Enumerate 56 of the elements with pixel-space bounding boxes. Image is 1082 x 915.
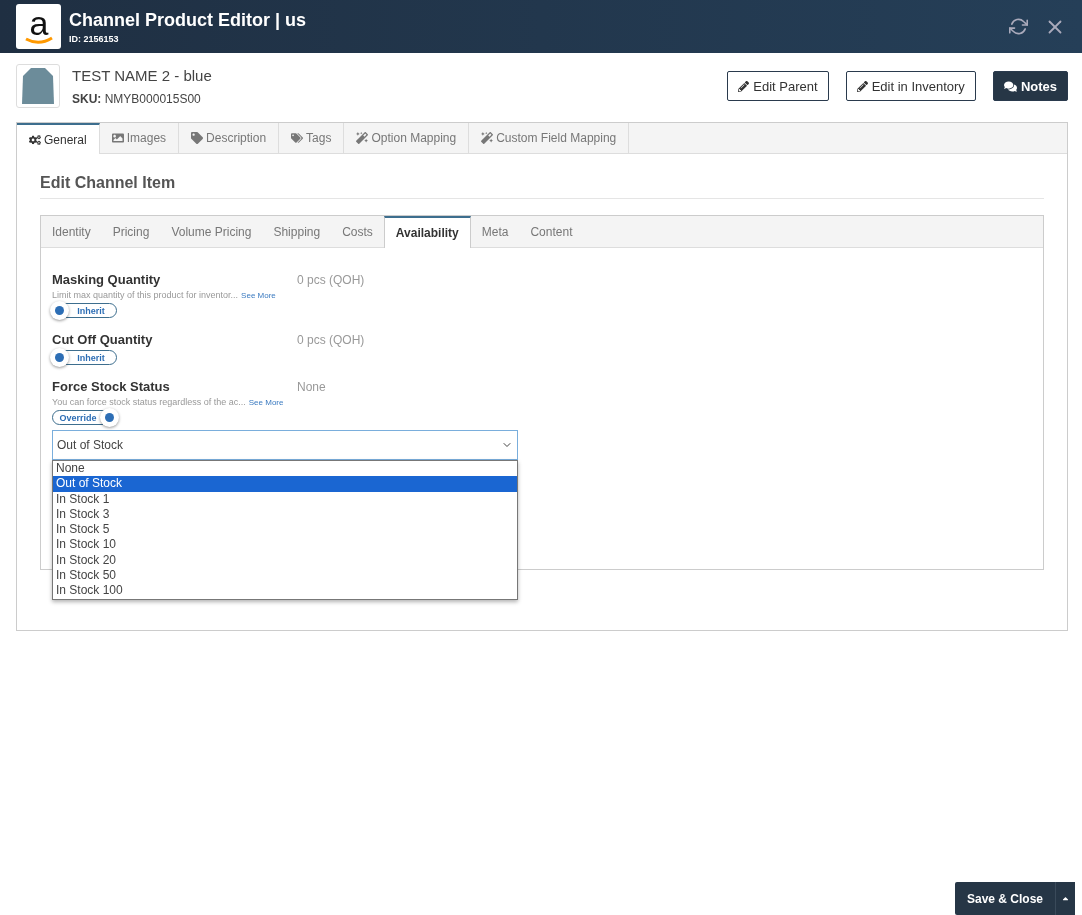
magic-wand-icon <box>481 132 494 144</box>
pencil-icon <box>856 80 868 92</box>
product-name: TEST NAME 2 - blue <box>72 66 213 84</box>
toggle-switch[interactable]: Override <box>52 410 117 425</box>
tab[interactable]: Option Mapping <box>344 123 470 153</box>
tab[interactable]: Tags <box>279 123 345 153</box>
logo-icon: a <box>16 4 61 49</box>
dropdown-option[interactable]: Out of Stock <box>53 476 517 492</box>
field-value: 0 pcs (QOH) <box>297 332 365 347</box>
see-more-link[interactable]: See More <box>241 290 276 300</box>
tags-icon <box>291 132 304 144</box>
dropdown-option[interactable]: In Stock 100 <box>53 583 517 599</box>
chat-icon <box>1003 79 1017 93</box>
save-close-button[interactable]: Save & Close <box>954 882 1055 915</box>
stock-status-select[interactable]: Out of Stock <box>52 430 518 460</box>
tab[interactable]: Images <box>99 123 180 153</box>
edit-button[interactable]: Edit Parent <box>727 71 829 101</box>
field-value: None <box>297 379 326 394</box>
pencil-icon <box>738 80 750 92</box>
dropdown-option[interactable]: In Stock 5 <box>53 522 517 538</box>
item-id: ID: 2156153 <box>69 33 120 44</box>
tab[interactable]: Identity <box>41 216 102 247</box>
hint-text: You can force stock status regardless of the ac... <box>52 397 246 407</box>
edit-button[interactable]: Edit in Inventory <box>845 71 976 101</box>
toggle-switch[interactable]: Inherit <box>52 303 117 318</box>
field-label: Force Stock Status <box>52 379 171 394</box>
tab[interactable]: Volume Pricing <box>160 216 263 247</box>
field-label: Masking Quantity <box>52 272 162 287</box>
tab[interactable]: General <box>17 123 100 154</box>
tab[interactable]: Availability <box>383 216 471 248</box>
refresh-icon[interactable] <box>1009 17 1028 36</box>
magic-wand-icon <box>356 132 369 144</box>
sku-text: SKU: NMYB000015S00 <box>72 91 202 106</box>
dropdown-option[interactable]: In Stock 50 <box>53 568 517 584</box>
field-label: Cut Off Quantity <box>52 332 154 347</box>
toggle-switch[interactable]: Inherit <box>52 350 117 365</box>
window-title: Channel Product Editor | us <box>69 9 308 31</box>
dropdown-option[interactable]: None <box>53 461 517 477</box>
see-more-link[interactable]: See More <box>248 397 284 407</box>
notes-button[interactable]: Notes <box>992 71 1068 101</box>
tab[interactable]: Meta <box>470 216 520 247</box>
dropdown-option[interactable]: In Stock 10 <box>53 537 517 553</box>
tab[interactable]: Description <box>179 123 280 153</box>
tab[interactable]: Costs <box>331 216 384 247</box>
tab[interactable]: Content <box>519 216 584 247</box>
tag-icon <box>191 132 204 144</box>
tab[interactable]: Shipping <box>262 216 332 247</box>
gears-icon <box>29 133 41 146</box>
hint-text: Limit max quantity of this product for inventor... <box>52 290 239 300</box>
image-icon <box>111 132 124 144</box>
caret-icon <box>1062 894 1069 903</box>
tab[interactable]: Custom Field Mapping <box>469 123 630 153</box>
tab[interactable]: Pricing <box>101 216 161 247</box>
section-title: Edit Channel Item <box>40 174 1044 199</box>
product-photo-placeholder <box>16 64 60 108</box>
field-value: 0 pcs (QOH) <box>297 272 365 287</box>
